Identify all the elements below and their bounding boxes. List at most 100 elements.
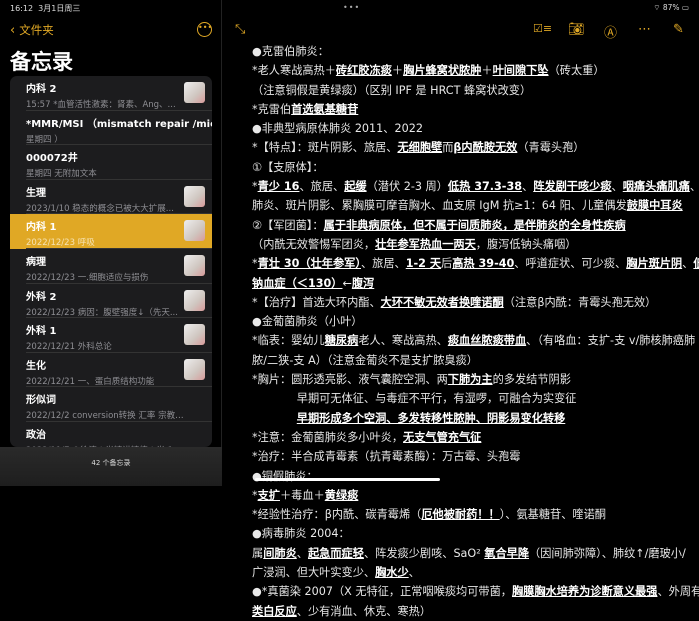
note-line: 广浸润、但大叶实变少、胸水少、 [252,563,692,582]
note-text: 老人、寒战高热、 [358,334,448,348]
note-list-item[interactable]: 政治2022/11/7 ①徐涛＋肖精讲精练＋肖 1000（手... [10,422,212,447]
note-body[interactable]: ●克雷伯肺炎： *老人寒战高热＋砖红胶冻痰＋胸片蜂窝状脓肿＋叶间隙下坠（砖太重）（… [252,42,699,621]
note-text: 脓/二狭-支 A）（注意金葡炎不是支扩脓臭痰） [252,353,478,367]
underlined-text: 厄他被耐药！！ [421,508,500,522]
note-text: 、旅居、 [360,257,406,271]
note-list-item[interactable]: 000072井 星期四 无附加文本 [10,145,212,180]
underlined-text: 青壮 30（壮年参军） [257,257,361,271]
note-line: *老人寒战高热＋砖红胶冻痰＋胸片蜂窝状脓肿＋叶间隙下坠（砖太重） [252,61,692,80]
note-text: ●*真菌染 2007（X 无特征，正常咽喉痰均可带菌， [252,585,512,599]
note-thumbnail [184,324,205,346]
underlined-text: 壮年参军热血一两天 [375,237,476,251]
note-text: 、阵发痰少剧咳、SaO² [363,546,485,560]
note-text: （砖太重） [548,64,605,78]
note-text: ，腹泻低钠头痛咽） [475,237,577,251]
note-list-item[interactable]: 生理 2023/1/10 稳态的概念已被大大扩展... [10,180,212,215]
underlined-text: 支扩 [257,488,280,502]
note-line: 肺炎、斑片阴影、累胸膜可摩音胸水、血支原 IgM 抗≥1：64 阳、儿童偶发鼓膜… [252,196,692,215]
note-line: 早期可无体征、与毒症不平行，有湿啰，可融合为实变征 [252,389,692,408]
note-text: ●克雷伯肺炎： [252,45,329,58]
status-time: 16:12 3月1日周三 [10,3,80,14]
note-line: *临表：婴幼儿糖尿病老人、寒战高热、痰血丝脓痰带血、（有咯血：支扩-支 v/肺核… [252,331,695,350]
note-list-item[interactable]: *MMR/MSI （mismatch repair /micros... 星期四 … [10,111,212,146]
note-line: *注意：金葡菌肺炎多小叶炎，无支气管充气征 [252,428,692,447]
note-text: ← [342,276,352,290]
note-list-item[interactable]: 内科 1 2022/12/23 呼吸 [10,214,212,249]
note-line: ●克雷伯肺炎： [252,42,692,61]
note-line: ①【支原体】： [252,158,692,177]
underlined-text: 1-2 天 [405,257,442,271]
more-icon[interactable]: ⋯ [638,22,651,37]
note-text: ●非典型病原体肺炎 2011、2022 [252,122,423,136]
clock: 16:12 [10,4,34,13]
note-line: *克雷伯首选氨基糖苷 [252,100,692,119]
home-indicator [255,478,440,481]
note-text: （因间肺弥障）、肺纹↑/磨玻小/ [529,546,686,560]
note-title: 000072井 [26,153,78,165]
note-text: ①【支原体】： [252,160,324,174]
note-title: 形似词 [26,395,56,407]
underlined-text: 咽痛头痛肌痛 [622,180,690,194]
note-list-item[interactable]: 内科 2 15:57 *血管活性激素：肾素、Ang、... [10,76,212,111]
underlined-text: 腹泻 [351,276,375,290]
more-options-button[interactable]: ••• [197,22,212,37]
note-text: 早期可无体征、与毒症不平行，有湿啰，可融合为实变征 [252,392,577,406]
underlined-text: 胸片蜂窝状脓肿 [403,64,482,78]
markup-icon[interactable]: Ⓐ [604,22,617,41]
note-text: （青霉头孢） [517,141,585,155]
battery-percent: 87% [662,3,680,12]
page-title: 备忘录 [10,50,73,74]
note-text: （注意β内酰：青霉头孢无效） [503,295,657,309]
note-line: *【治疗】首选大环内酯、大环不敏无效者换喹诺酮（注意β内酰：青霉头孢无效） [252,293,692,312]
note-preview: 2022/12/21 一、蛋白质结构功能 [26,376,155,387]
note-line: *经验性治疗：β内酰、碳青霉烯（厄他被耐药！！）、氨基糖苷、喹诺酮 [252,505,692,524]
compose-icon[interactable]: ✎ [673,22,684,37]
note-line: （内酰无效警惕军团炎，壮年参军热血一两天，腹泻低钠头痛咽） [252,235,692,254]
note-list-item[interactable]: 生化 2022/12/21 一、蛋白质结构功能 [10,353,212,388]
note-text: 的多发结节阴影 [492,373,571,387]
note-line: ●病毒肺炎 2004： [252,524,692,543]
expand-icon[interactable]: ⤡ [235,22,245,37]
note-thumbnail [184,254,205,276]
note-thumbnail [184,289,205,311]
multitasking-dots[interactable]: ••• [343,3,360,12]
note-list-item[interactable]: 形似词 2022/12/2 conversion转换 汇率 宗教 信仰转变 [10,387,212,422]
note-text: ②【军团菌】： [252,218,324,232]
note-text: *克雷伯 [252,102,292,116]
notes-list[interactable]: 内科 2 15:57 *血管活性激素：肾素、Ang、... *MMR/MSI （mi… [10,76,212,447]
note-text: 而 [442,141,454,155]
underlined-text: 无细胞壁 [397,141,443,155]
underlined-text: 青少 16 [257,180,300,194]
note-preview: 2022/12/23 呼吸 [26,238,95,249]
note-line: 类白反应、少有消血、休克、寒热） [252,602,692,621]
underlined-text: 属于非典病原体，但不属于间质肺炎，是伴肺炎的全身性疾病 [323,218,626,232]
note-list-item[interactable]: 外科 1 2022/12/21 外科总论 [10,318,212,353]
note-list-item[interactable]: 外科 2 2022/12/23 病因：腹壁强度↓（先天... [10,284,212,319]
note-list-item[interactable]: 病理 2022/12/23 一.细胞适应与损伤 [10,249,212,284]
note-editor: ••• ⌔ 87% ▭ ⤡ ☑≡ 📷︎ Ⓐ ⋯ ✎ ●克雷伯肺炎： *老人寒战高热… [223,0,699,618]
note-thumbnail [184,185,205,207]
note-text: 后 [441,257,453,271]
note-text: 属 [252,546,264,560]
underlined-text: 低热 37.3-38 [447,180,523,194]
back-to-folders-button[interactable]: ‹ 文件夹 [10,22,54,38]
underlined-text: 下肺为主 [447,373,493,387]
underlined-text: 间肺炎 [263,546,297,560]
underlined-text: 无支气管充气征 [403,430,482,444]
note-text: ）、氨基糖苷、喹诺酮 [499,508,606,522]
note-text: *胸片：圆形透亮影、液气囊腔空洞、两 [252,373,448,387]
note-preview: 2023/1/10 稳态的概念已被大大扩展... [26,203,174,214]
note-line: *治疗：半合成青霉素（抗青霉素酶）：万古霉、头孢霉 [252,447,692,466]
underlined-text: 氧合早降 [484,546,530,560]
note-text: 、 [611,180,623,194]
note-text: 、 [408,566,420,580]
note-text: ＋ [481,64,493,78]
checklist-icon[interactable]: ☑≡ [533,22,552,35]
underlined-text: 砖红胶冻痰 [335,64,392,78]
underlined-text: 高热 39-40 [452,257,515,271]
note-text: *【特点】：斑片阴影、旅居、 [252,141,398,155]
camera-icon[interactable]: 📷︎ [568,22,585,37]
note-preview: 2022/12/21 外科总论 [26,342,112,353]
note-line: 早期形成多个空洞、多发转移性脓肿、阴影易变化转移 [252,409,692,428]
note-line: *青少 16、旅居、起缓（潜伏 2-3 周）低热 37.3-38、阵发剧干咳少痰… [252,177,699,196]
